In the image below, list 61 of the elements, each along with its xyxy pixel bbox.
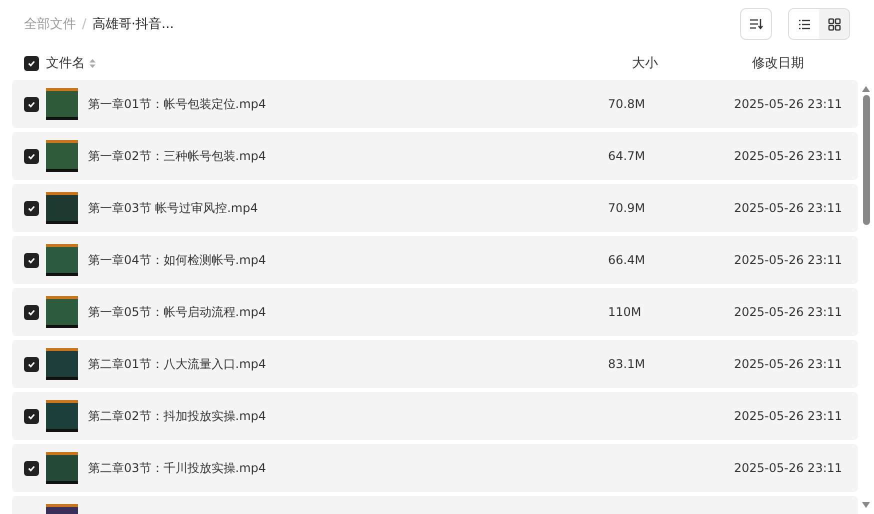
row-checkbox[interactable] (24, 252, 39, 268)
scroll-down-icon[interactable] (862, 502, 870, 508)
file-size: 110M (608, 305, 642, 319)
file-row[interactable]: 第一章01节：帐号包装定位.mp4 70.8M 2025-05-26 23:11 (12, 80, 858, 128)
sort-button[interactable] (740, 8, 772, 40)
column-header: 修改日期 (752, 55, 805, 72)
scrollbar-thumb[interactable] (862, 95, 870, 225)
grid-view-button[interactable] (819, 9, 849, 39)
file-name: 第一章03节 帐号过审风控.mp4 (88, 200, 258, 216)
file-name: 第二章01节：八大流量入口.mp4 (88, 356, 266, 372)
file-row[interactable]: 第一章05节：帐号启动流程.mp4 110M 2025-05-26 23:11 (12, 288, 858, 336)
file-name: 第一章05节：帐号启动流程.mp4 (88, 304, 266, 320)
file-name: 第一章02节：三种帐号包装.mp4 (88, 148, 266, 164)
column-header[interactable]: 文件名 (46, 54, 85, 72)
checkmark-icon (27, 308, 36, 316)
modified-date: 2025-05-26 23:11 (734, 97, 844, 111)
modified-date: 2025-05-26 23:11 (734, 305, 844, 319)
row-checkbox[interactable] (24, 148, 39, 164)
file-size: 70.8M (608, 97, 646, 111)
breadcrumb-item: 高雄哥·抖音... (92, 16, 174, 33)
modified-date: 2025-05-26 23:11 (734, 357, 844, 371)
row-checkbox[interactable] (24, 96, 39, 112)
file-size: 70.9M (608, 201, 646, 215)
file-row[interactable]: 第二章02节：抖加投放实操.mp4 2025-05-26 23:11 (12, 392, 858, 440)
row-checkbox[interactable] (24, 408, 39, 424)
modified-date: 2025-05-26 23:11 (734, 409, 844, 423)
file-size: 66.4M (608, 253, 646, 267)
checkmark-icon (27, 204, 36, 212)
file-size: 83.1M (608, 357, 646, 371)
checkmark-icon (27, 464, 36, 472)
checkmark-icon (27, 58, 36, 68)
row-checkbox[interactable] (24, 304, 39, 320)
file-name: 第二章02节：抖加投放实操.mp4 (88, 408, 266, 424)
list-icon (798, 18, 810, 30)
modified-date: 2025-05-26 23:11 (734, 149, 844, 163)
grid-icon (828, 18, 840, 30)
file-name: 第二章03节：千川投放实操.mp4 (88, 460, 266, 476)
file-size: 64.7M (608, 149, 646, 163)
file-row[interactable]: 第一章03节 帐号过审风控.mp4 70.9M 2025-05-26 23:11 (12, 184, 858, 232)
file-row[interactable]: 第二章01节：八大流量入口.mp4 83.1M 2025-05-26 23:11 (12, 340, 858, 388)
modified-date: 2025-05-26 23:11 (734, 253, 844, 267)
checkmark-icon (27, 256, 36, 264)
row-checkbox[interactable] (24, 460, 39, 476)
file-name: 第一章01节：帐号包装定位.mp4 (88, 96, 266, 112)
file-row[interactable]: 第二章03节：千川投放实操.mp4 2025-05-26 23:11 (12, 444, 858, 492)
checkmark-icon (27, 360, 36, 368)
checkmark-icon (27, 412, 36, 420)
select-all-checkbox[interactable] (24, 56, 39, 70)
checkmark-icon (27, 152, 36, 160)
column-header: 大小 (632, 55, 659, 72)
file-row[interactable]: 第一章04节：如何检测帐号.mp4 66.4M 2025-05-26 23:11 (12, 236, 858, 284)
file-row[interactable]: 第一章02节：三种帐号包装.mp4 64.7M 2025-05-26 23:11 (12, 132, 858, 180)
checkmark-icon (27, 100, 36, 108)
modified-date: 2025-05-26 23:11 (734, 201, 844, 215)
scroll-up-icon[interactable] (862, 86, 870, 92)
breadcrumb-separator: / (82, 16, 86, 32)
modified-date: 2025-05-26 23:11 (734, 461, 844, 475)
file-name: 第一章04节：如何检测帐号.mp4 (88, 252, 266, 268)
row-checkbox[interactable] (24, 356, 39, 372)
row-checkbox[interactable] (24, 200, 39, 216)
sort-icon (749, 18, 763, 30)
